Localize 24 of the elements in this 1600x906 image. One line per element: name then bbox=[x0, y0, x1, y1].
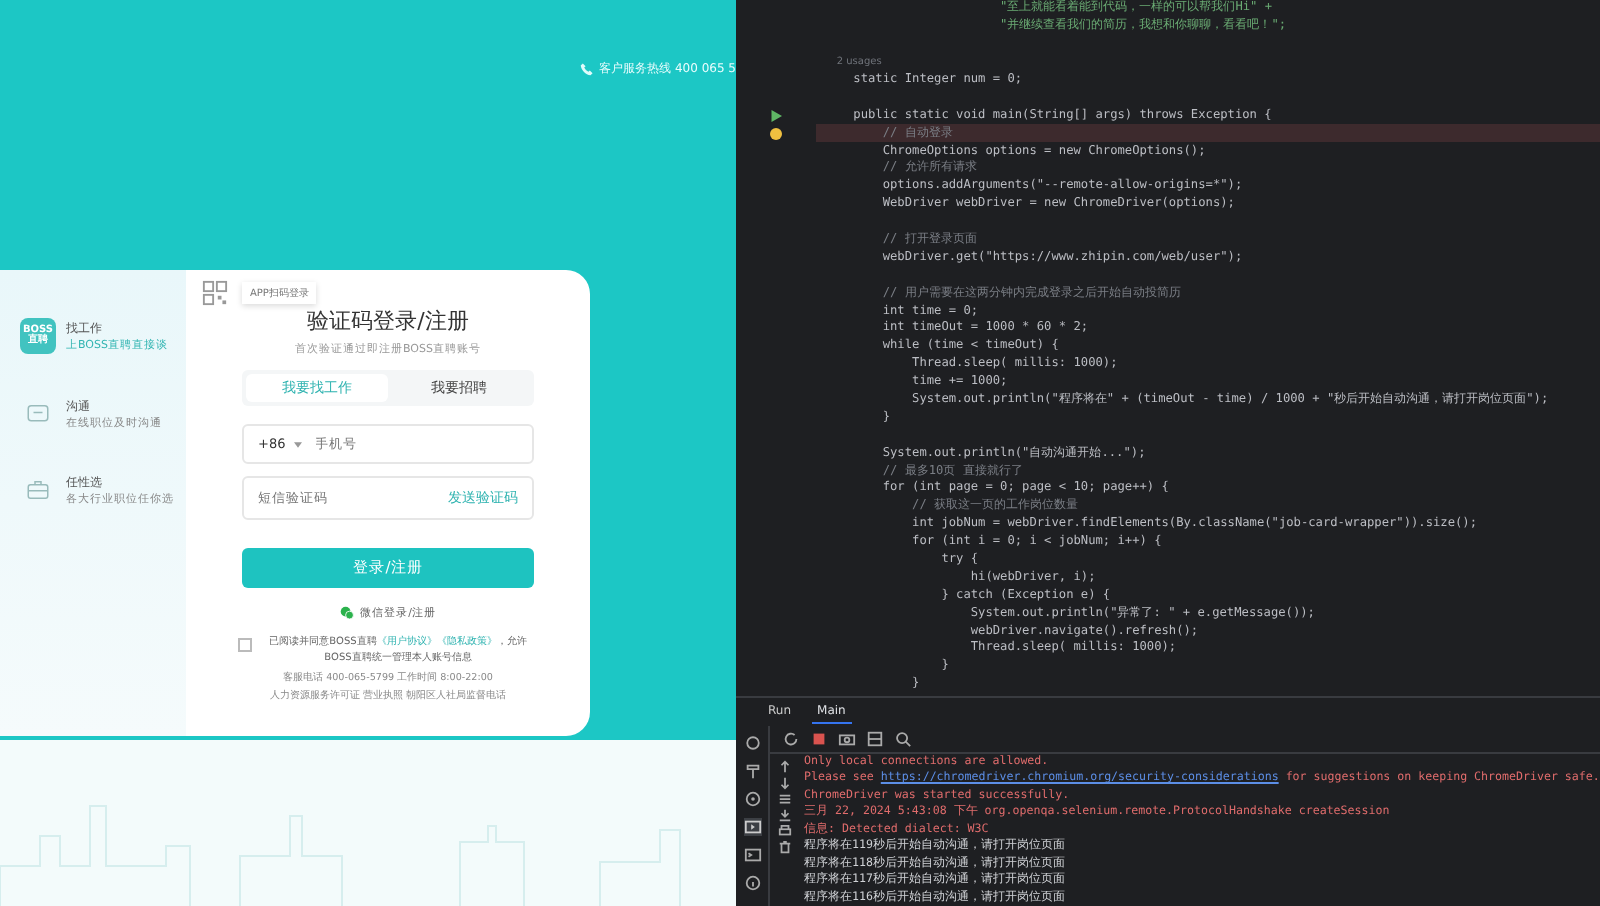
login-title: 验证码登录/注册 bbox=[307, 306, 469, 336]
trash-icon[interactable] bbox=[777, 839, 791, 853]
info-icon[interactable] bbox=[743, 873, 761, 891]
scroll-end-icon[interactable] bbox=[777, 807, 791, 821]
up-arrow-icon[interactable] bbox=[777, 759, 791, 773]
down-arrow-icon[interactable] bbox=[777, 775, 791, 789]
run-panel-icon[interactable] bbox=[743, 817, 761, 835]
rerun-icon[interactable] bbox=[782, 729, 800, 747]
phone-icon bbox=[579, 61, 594, 75]
terminal-icon[interactable] bbox=[743, 845, 761, 863]
print-icon[interactable] bbox=[777, 823, 791, 837]
run-icon[interactable] bbox=[770, 109, 782, 122]
wechat-icon bbox=[340, 606, 355, 620]
breakpoint-icon[interactable] bbox=[770, 127, 782, 140]
zoom-icon[interactable] bbox=[894, 729, 912, 747]
stop-icon[interactable] bbox=[810, 729, 828, 747]
qr-code-icon[interactable] bbox=[202, 280, 228, 306]
wrap-lines-icon[interactable] bbox=[777, 791, 791, 805]
camera-icon[interactable] bbox=[838, 729, 856, 747]
briefcase-icon bbox=[26, 478, 50, 502]
caret-icon bbox=[293, 441, 302, 447]
chat-icon bbox=[26, 402, 50, 426]
agreement-checkbox[interactable] bbox=[238, 638, 252, 652]
layout-icon[interactable] bbox=[866, 729, 884, 747]
